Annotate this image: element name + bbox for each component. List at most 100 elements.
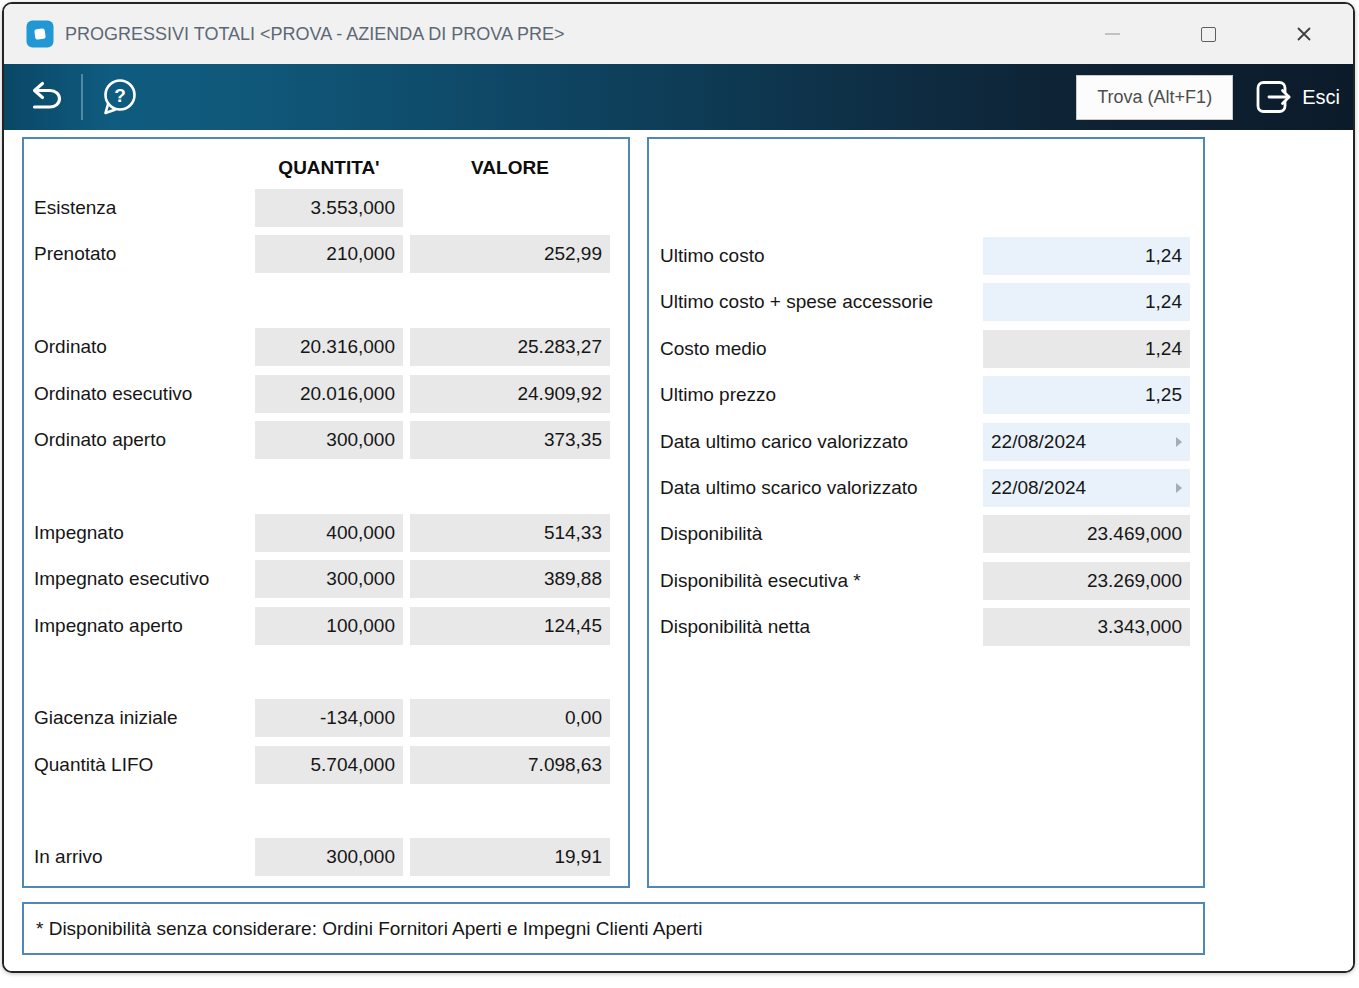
- table-row: Ordinato esecutivo20.016,00024.909,92: [24, 375, 628, 421]
- exit-icon: [1253, 77, 1295, 117]
- row-label: Ordinato aperto: [24, 421, 255, 467]
- value-field: 373,35: [410, 421, 610, 459]
- costs-panel: Ultimo costo1,24 Ultimo costo + spese ac…: [647, 137, 1205, 888]
- find-label: Trova (Alt+F1): [1097, 87, 1212, 108]
- quantity-field: 20.016,000: [255, 375, 403, 413]
- app-logo-icon: [26, 20, 54, 48]
- column-header-value: VALORE: [410, 157, 610, 179]
- app-window: PROGRESSIVI TOTALI <PROVA - AZIENDA DI P…: [2, 2, 1355, 973]
- maximize-button[interactable]: [1183, 4, 1233, 64]
- content-area: QUANTITA' VALORE Esistenza3.553,000 Pren…: [4, 130, 1353, 973]
- table-row: [24, 467, 628, 513]
- footnote-text: * Disponibilità senza considerare: Ordin…: [36, 918, 702, 940]
- row-label: Ordinato esecutivo: [24, 375, 255, 421]
- find-button[interactable]: Trova (Alt+F1): [1076, 75, 1233, 120]
- row-label: Impegnato aperto: [24, 607, 255, 653]
- disponibilita-netta-field: 3.343,000: [983, 608, 1190, 646]
- table-row: [24, 653, 628, 699]
- row-label: [24, 467, 255, 513]
- date-dropdown-icon[interactable]: [1176, 483, 1182, 493]
- table-row: [24, 792, 628, 838]
- left-header-row: QUANTITA' VALORE: [24, 139, 628, 189]
- row-label: Quantità LIFO: [24, 746, 255, 792]
- data-carico-field[interactable]: 22/08/2024: [983, 423, 1190, 461]
- row-label: Disponibilità esecutiva *: [649, 562, 983, 608]
- value-field: 25.283,27: [410, 328, 610, 366]
- footnote-bar: * Disponibilità senza considerare: Ordin…: [22, 902, 1205, 955]
- data-scarico-field[interactable]: 22/08/2024: [983, 469, 1190, 507]
- table-row: Ultimo prezzo1,25: [649, 376, 1203, 422]
- ultimo-costo-spese-field[interactable]: 1,24: [983, 283, 1190, 321]
- close-button[interactable]: [1279, 4, 1329, 64]
- row-label: Prenotato: [24, 235, 255, 281]
- date-dropdown-icon[interactable]: [1176, 437, 1182, 447]
- row-label: Esistenza: [24, 189, 255, 235]
- window-controls: [1041, 4, 1329, 64]
- totals-panel: QUANTITA' VALORE Esistenza3.553,000 Pren…: [22, 137, 630, 888]
- table-row: Prenotato210,000252,99: [24, 235, 628, 281]
- row-label: Ultimo costo + spese accessorie: [649, 283, 983, 329]
- quantity-field: 400,000: [255, 514, 403, 552]
- row-label: Costo medio: [649, 330, 983, 376]
- minimize-button[interactable]: [1087, 4, 1137, 64]
- table-row: Ordinato20.316,00025.283,27: [24, 328, 628, 374]
- quantity-field: -134,000: [255, 699, 403, 737]
- row-label: Ultimo prezzo: [649, 376, 983, 422]
- table-row: Costo medio1,24: [649, 330, 1203, 376]
- table-row: Disponibilità esecutiva *23.269,000: [649, 562, 1203, 608]
- value-field: 252,99: [410, 235, 610, 273]
- row-label: [24, 282, 255, 328]
- disponibilita-field: 23.469,000: [983, 515, 1190, 553]
- quantity-field: 100,000: [255, 607, 403, 645]
- window-title: PROGRESSIVI TOTALI <PROVA - AZIENDA DI P…: [65, 24, 565, 45]
- ultimo-costo-field[interactable]: 1,24: [983, 237, 1190, 275]
- quantity-field: 3.553,000: [255, 189, 403, 227]
- table-row: Impegnato400,000514,33: [24, 514, 628, 560]
- back-button[interactable]: [22, 78, 66, 116]
- table-row: [24, 282, 628, 328]
- exit-button[interactable]: Esci: [1253, 77, 1340, 117]
- quantity-field: 210,000: [255, 235, 403, 273]
- help-button[interactable]: ?: [98, 76, 140, 118]
- help-icon: ?: [98, 76, 140, 118]
- table-row: Esistenza3.553,000: [24, 189, 628, 235]
- row-label: Disponibilità: [649, 515, 983, 561]
- row-label: In arrivo: [24, 838, 255, 884]
- ultimo-prezzo-field[interactable]: 1,25: [983, 376, 1190, 414]
- row-label: Disponibilità netta: [649, 608, 983, 654]
- minimize-icon: [1105, 33, 1120, 35]
- row-label: [24, 792, 255, 838]
- table-row: In arrivo300,00019,91: [24, 838, 628, 884]
- quantity-field: 5.704,000: [255, 746, 403, 784]
- table-row: Disponibilità netta3.343,000: [649, 608, 1203, 654]
- title-bar: PROGRESSIVI TOTALI <PROVA - AZIENDA DI P…: [4, 4, 1353, 64]
- value-field: 24.909,92: [410, 375, 610, 413]
- value-field: 19,91: [410, 838, 610, 876]
- quantity-field: 300,000: [255, 838, 403, 876]
- toolbar-separator: [81, 74, 83, 120]
- table-row: Ultimo costo + spese accessorie1,24: [649, 283, 1203, 329]
- exit-label: Esci: [1302, 86, 1340, 109]
- table-row: Ordinato aperto300,000373,35: [24, 421, 628, 467]
- table-row: Quantità LIFO5.704,0007.098,63: [24, 746, 628, 792]
- value-field: 389,88: [410, 560, 610, 598]
- row-label: Giacenza iniziale: [24, 699, 255, 745]
- back-icon: [23, 80, 65, 115]
- quantity-field: 300,000: [255, 421, 403, 459]
- table-row: Data ultimo carico valorizzato22/08/2024: [649, 423, 1203, 469]
- quantity-field: 300,000: [255, 560, 403, 598]
- date-value: 22/08/2024: [991, 469, 1176, 507]
- row-label: Data ultimo scarico valorizzato: [649, 469, 983, 515]
- table-row: Ultimo costo1,24: [649, 237, 1203, 283]
- toolbar: ? Trova (Alt+F1) Esci: [4, 64, 1353, 130]
- table-row: Impegnato esecutivo300,000389,88: [24, 560, 628, 606]
- row-label: Data ultimo carico valorizzato: [649, 423, 983, 469]
- svg-text:?: ?: [114, 85, 126, 106]
- row-label: Ultimo costo: [649, 237, 983, 283]
- table-row: Disponibilità23.469,000: [649, 515, 1203, 561]
- date-value: 22/08/2024: [991, 423, 1176, 461]
- table-row: Giacenza iniziale-134,0000,00: [24, 699, 628, 745]
- value-field: 514,33: [410, 514, 610, 552]
- row-label: Impegnato: [24, 514, 255, 560]
- row-label: Impegnato esecutivo: [24, 560, 255, 606]
